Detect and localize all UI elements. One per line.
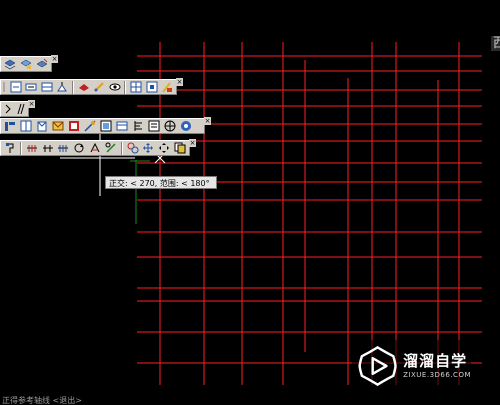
viewport-icon[interactable] (145, 80, 159, 94)
table-style-icon[interactable] (40, 80, 54, 94)
toolbar-layers: × (0, 55, 58, 72)
watermark-url: ZIXUE.3D66.COM (403, 371, 471, 379)
watermark-title: 溜溜自学 (403, 352, 468, 370)
compass-icon[interactable] (163, 119, 177, 133)
rotate-icon[interactable] (72, 141, 86, 155)
close-icon[interactable]: × (176, 78, 183, 86)
multileader-style-icon[interactable] (55, 80, 69, 94)
measure-icon[interactable] (104, 141, 118, 155)
toolbar-styles: × (0, 78, 183, 95)
color-icon[interactable] (179, 119, 193, 133)
toolbar-axis: × (0, 139, 196, 156)
axis-3-icon[interactable] (56, 141, 70, 155)
watermark: 溜溜自学 ZIXUE.3D66.COM (352, 340, 471, 392)
italic-icon[interactable] (14, 102, 26, 116)
list-icon[interactable] (147, 119, 161, 133)
close-icon[interactable]: × (204, 117, 211, 125)
trim-icon[interactable] (88, 141, 102, 155)
layer-match-icon[interactable] (35, 57, 49, 71)
dimension-style-icon[interactable] (9, 80, 23, 94)
layer-states-icon[interactable] (19, 57, 33, 71)
pin-icon[interactable] (3, 141, 17, 155)
material-icon[interactable] (92, 80, 106, 94)
print-icon[interactable] (115, 119, 129, 133)
door-icon[interactable] (19, 119, 33, 133)
polar-tracking-tooltip: 正交: < 270, 范围: < 180° (105, 176, 217, 189)
dimension-icon[interactable] (83, 119, 97, 133)
stretch-icon[interactable] (157, 141, 171, 155)
move-icon[interactable] (142, 141, 156, 155)
table-icon[interactable] (99, 119, 113, 133)
arrow-icon[interactable] (3, 102, 12, 116)
toolbar-grip[interactable] (3, 80, 7, 94)
visual-style-icon[interactable] (108, 80, 122, 94)
align-icon[interactable] (131, 119, 145, 133)
layer-icon[interactable] (3, 57, 17, 71)
toolbar-architecture: × (0, 117, 211, 134)
close-icon[interactable]: × (28, 100, 35, 108)
axis-2-icon[interactable] (41, 141, 55, 155)
render-icon[interactable] (77, 80, 91, 94)
axis-1-icon[interactable] (25, 141, 39, 155)
close-icon[interactable]: × (51, 55, 58, 63)
close-icon[interactable]: × (189, 139, 196, 147)
text-style-icon[interactable] (24, 80, 38, 94)
copy-icon[interactable] (173, 141, 187, 155)
scale-icon[interactable] (126, 141, 140, 155)
insert-icon[interactable] (51, 119, 65, 133)
play-logo-icon (358, 345, 397, 387)
plot-icon[interactable] (161, 80, 175, 94)
wall-icon[interactable] (3, 119, 17, 133)
stair-icon[interactable] (67, 119, 81, 133)
command-line[interactable]: 正得参考轴线 <退出> (0, 396, 500, 405)
layout-grid-icon[interactable] (129, 80, 143, 94)
window-icon[interactable] (35, 119, 49, 133)
toolbar-small: × (0, 100, 35, 117)
viewcube-west-label[interactable]: 西 (491, 36, 500, 51)
